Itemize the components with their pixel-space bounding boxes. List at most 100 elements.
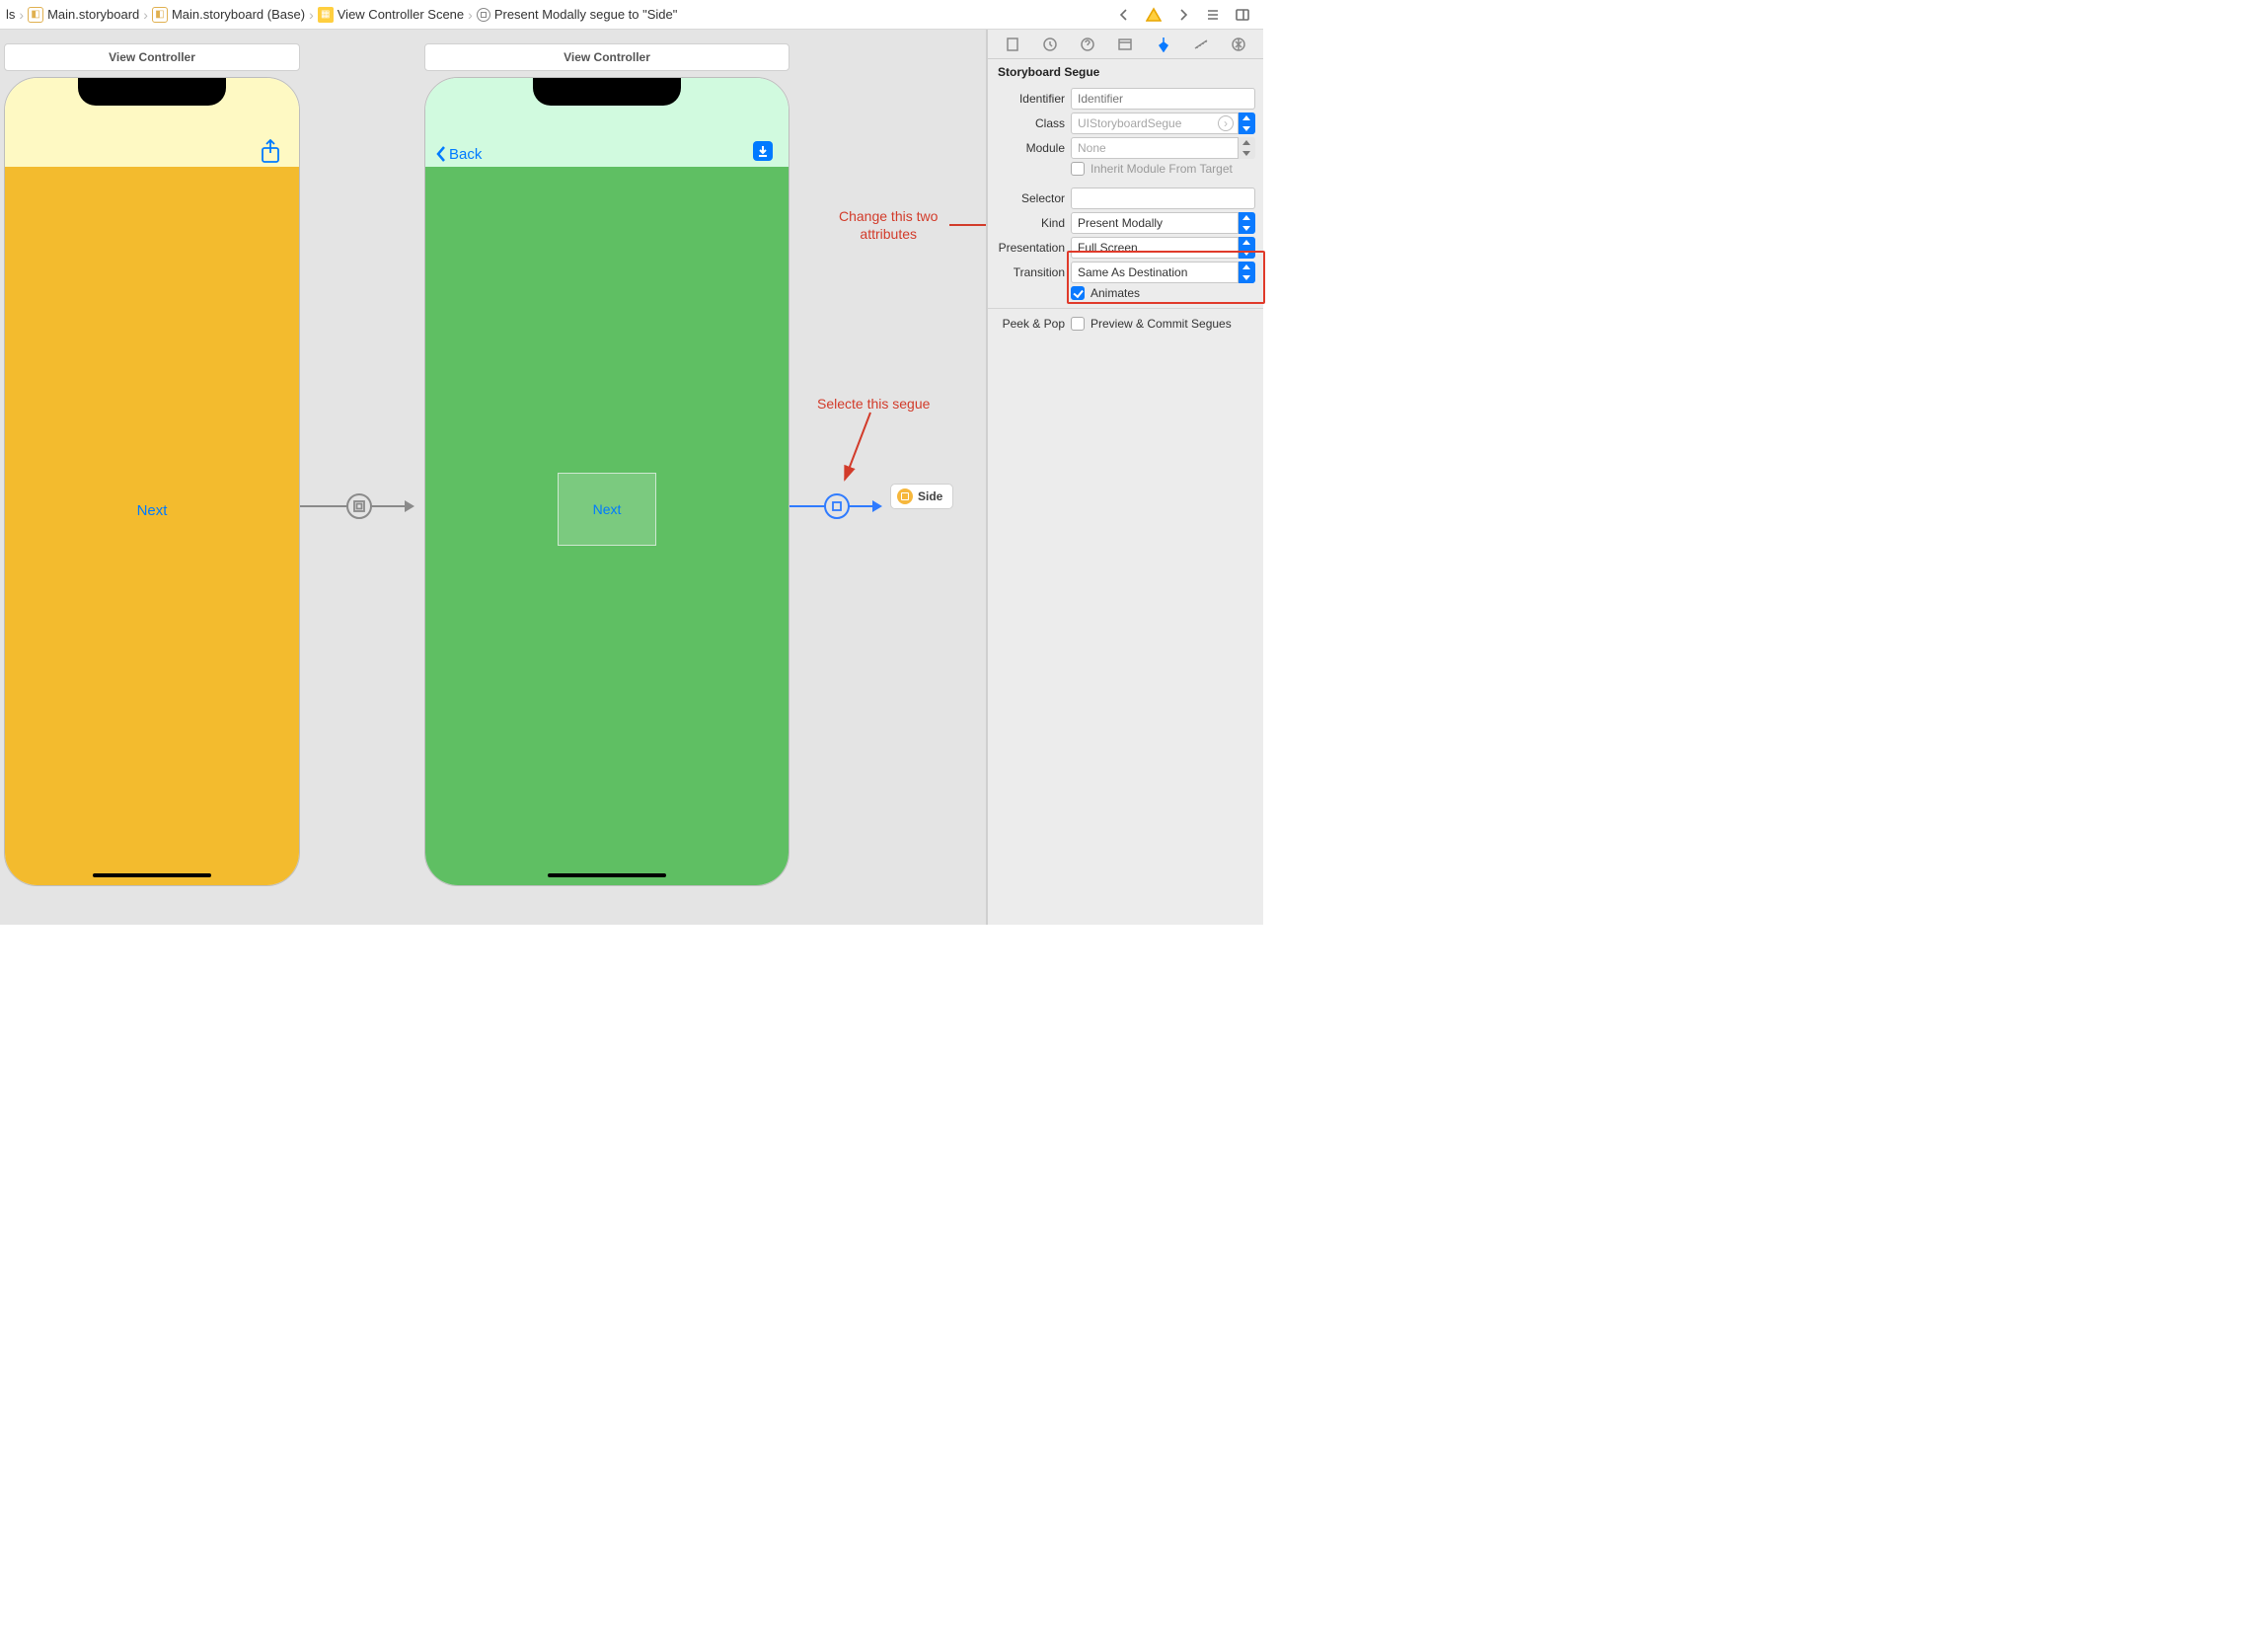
device-notch [533,78,681,106]
scene-title-bar[interactable]: View Controller [4,43,300,71]
screen: Back Next [425,78,789,885]
kind-select[interactable]: Present Modally [1071,212,1239,234]
module-field[interactable]: None [1071,137,1239,159]
adjust-editor-button[interactable] [1232,4,1253,26]
file-inspector-tab[interactable] [1002,34,1023,55]
selector-label: Selector [996,191,1071,205]
separator [988,308,1263,309]
segue-line [300,505,347,507]
annotation-select: Selecte this segue [817,395,930,413]
segue-embed[interactable] [300,493,414,519]
storyboard-reference-label: Side [918,489,942,503]
peek-label: Peek & Pop [996,317,1071,331]
inherit-label: Inherit Module From Target [1090,162,1233,176]
segue-node-icon [824,493,850,519]
class-value: UIStoryboardSegue [1078,116,1181,130]
identifier-input[interactable] [1078,92,1248,106]
row-module: Module None [996,137,1255,159]
container-view[interactable]: Next [558,473,656,546]
module-label: Module [996,141,1071,155]
device-notch [78,78,226,106]
animates-checkbox[interactable] [1071,286,1085,300]
crumb-root-label: ls [6,7,15,22]
viewcontroller-icon [897,488,913,504]
identifier-label: Identifier [996,92,1071,106]
chevron-right-icon: › [468,7,473,23]
annotation-arrow [841,413,880,494]
row-transition: Transition Same As Destination [996,262,1255,283]
crumb-file-label: Main.storyboard [47,7,139,22]
crumb-scene[interactable]: ▦ View Controller Scene › [318,7,477,23]
scene-title-label: View Controller [564,50,650,64]
nav-forward-button[interactable] [1172,4,1194,26]
next-button-label: Next [137,502,168,519]
attributes-inspector-tab[interactable] [1153,34,1174,55]
share-icon[interactable] [260,139,281,168]
kind-value: Present Modally [1078,216,1163,230]
size-inspector-tab[interactable] [1190,34,1212,55]
presentation-dropdown-button[interactable] [1238,237,1255,259]
row-peek: Peek & Pop Preview & Commit Segues [996,317,1255,331]
help-inspector-tab[interactable] [1077,34,1098,55]
segue-node-icon [346,493,372,519]
breadcrumbs: ls › ◧ Main.storyboard › ◧ Main.storyboa… [6,7,1113,23]
kind-dropdown-button[interactable] [1238,212,1255,234]
jump-bar: ls › ◧ Main.storyboard › ◧ Main.storyboa… [0,0,1263,30]
row-kind: Kind Present Modally [996,212,1255,234]
download-icon[interactable] [753,141,773,161]
module-dropdown-button[interactable] [1238,137,1255,159]
class-field[interactable]: UIStoryboardSegue › [1071,113,1239,134]
history-inspector-tab[interactable] [1039,34,1061,55]
row-inherit: Inherit Module From Target [996,162,1255,176]
segue-line [849,505,872,507]
storyboard-reference[interactable]: Side [890,484,953,509]
home-indicator [548,873,666,877]
segue-present-modally[interactable] [790,493,882,519]
storyboard-file-icon: ◧ [152,7,168,23]
class-dropdown-button[interactable] [1238,113,1255,134]
crumb-file[interactable]: ◧ Main.storyboard › [28,7,152,23]
animates-label: Animates [1090,286,1140,300]
connections-inspector-tab[interactable] [1228,34,1249,55]
peek-checkbox[interactable] [1071,317,1085,331]
back-button[interactable]: Back [435,145,482,163]
segue-icon [477,8,490,22]
annotation-change: Change this two attributes [839,207,938,243]
transition-dropdown-button[interactable] [1238,262,1255,283]
outline-toggle-button[interactable] [1202,4,1224,26]
container-label: Next [593,501,622,517]
storyboard-canvas[interactable]: View Controller Next [0,30,987,925]
identity-inspector-tab[interactable] [1114,34,1136,55]
scene-vc2[interactable]: View Controller Back Next [424,43,790,886]
next-button[interactable]: Next [137,502,168,519]
selector-input[interactable] [1078,191,1248,205]
jump-to-class-icon[interactable]: › [1218,115,1234,131]
peek-value-label: Preview & Commit Segues [1090,317,1232,331]
device-frame: Next [4,77,300,886]
jump-bar-actions [1113,4,1257,26]
transition-value: Same As Destination [1078,265,1187,279]
screen: Next [5,78,299,885]
crumb-base[interactable]: ◧ Main.storyboard (Base) › [152,7,318,23]
crumb-base-label: Main.storyboard (Base) [172,7,305,22]
storyboard-file-icon: ◧ [28,7,43,23]
presentation-label: Presentation [996,241,1071,255]
transition-select[interactable]: Same As Destination [1071,262,1239,283]
selector-field[interactable] [1071,188,1255,209]
presentation-select[interactable]: Full Screen [1071,237,1239,259]
segue-line [790,505,825,507]
arrowhead-icon [872,500,882,512]
scene-title-label: View Controller [109,50,195,64]
back-button-label: Back [449,146,482,163]
issues-warning-icon[interactable] [1143,4,1165,26]
row-animates: Animates [996,286,1255,300]
nav-back-button[interactable] [1113,4,1135,26]
scene-title-bar[interactable]: View Controller [424,43,790,71]
identifier-field[interactable] [1071,88,1255,110]
class-label: Class [996,116,1071,130]
crumb-root[interactable]: ls › [6,7,28,23]
scene-vc1[interactable]: View Controller Next [4,43,300,886]
inherit-checkbox[interactable] [1071,162,1085,176]
crumb-segue[interactable]: Present Modally segue to "Side" [477,7,678,22]
segue-line [371,505,405,507]
